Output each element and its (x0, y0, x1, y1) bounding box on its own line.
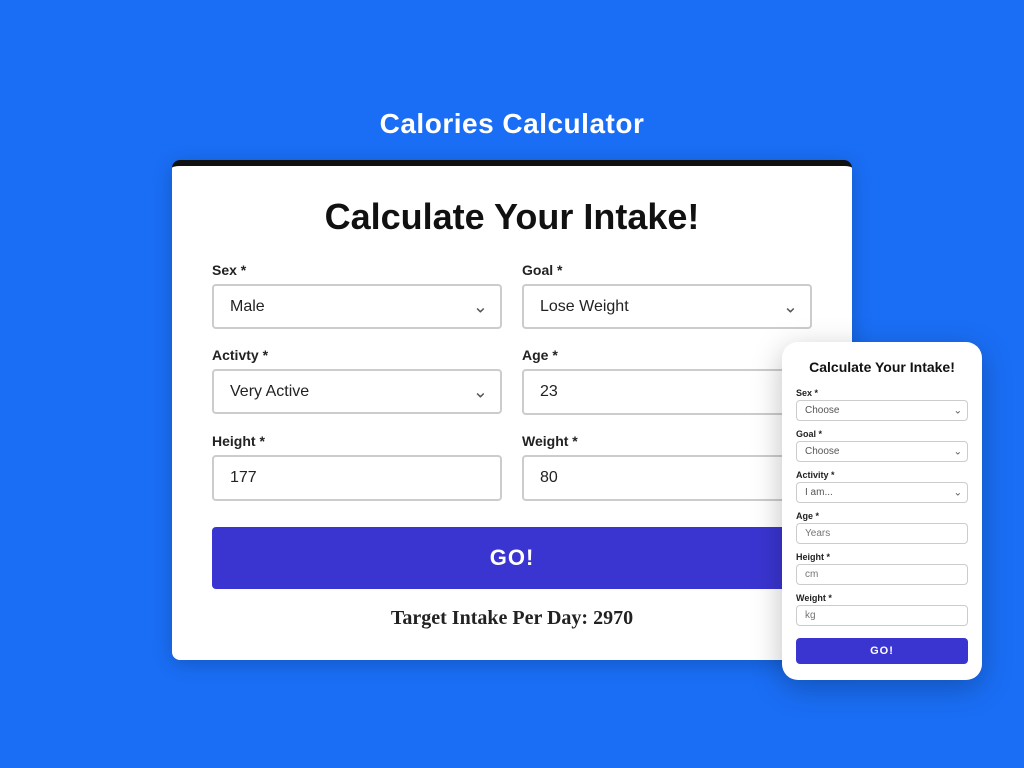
card-title: Calculate Your Intake! (212, 196, 812, 238)
mobile-weight-label: Weight * (796, 593, 968, 603)
mobile-age-label: Age * (796, 511, 968, 521)
main-card: Calculate Your Intake! Sex * Male Female… (172, 160, 852, 660)
mobile-sex-select[interactable]: Choose Male Female (796, 400, 968, 421)
goal-select[interactable]: Lose Weight Maintain Weight Gain Weight (522, 284, 812, 329)
mobile-weight-group: Weight * (796, 593, 968, 626)
mobile-activity-label: Activity * (796, 470, 968, 480)
mobile-go-button[interactable]: GO! (796, 638, 968, 664)
age-group: Age * (522, 347, 812, 415)
goal-select-wrapper: Lose Weight Maintain Weight Gain Weight … (522, 284, 812, 329)
mobile-card: Calculate Your Intake! Sex * Choose Male… (782, 342, 982, 680)
sex-group: Sex * Male Female ⌄ (212, 262, 502, 329)
mobile-height-input[interactable] (796, 564, 968, 585)
sex-select[interactable]: Male Female (212, 284, 502, 329)
target-intake-text: Target Intake Per Day: 2970 (212, 607, 812, 630)
mobile-height-group: Height * (796, 552, 968, 585)
mobile-goal-label: Goal * (796, 429, 968, 439)
go-button[interactable]: GO! (212, 527, 812, 589)
height-label: Height * (212, 433, 502, 449)
height-group: Height * (212, 433, 502, 501)
activity-select[interactable]: Sedentary Lightly Active Moderately Acti… (212, 369, 502, 414)
goal-label: Goal * (522, 262, 812, 278)
age-input[interactable] (522, 369, 812, 415)
mobile-sex-wrapper: Choose Male Female ⌄ (796, 400, 968, 421)
mobile-activity-group: Activity * I am... Sedentary Lightly Act… (796, 470, 968, 503)
mobile-activity-select[interactable]: I am... Sedentary Lightly Active Very Ac… (796, 482, 968, 503)
activity-label: Activty * (212, 347, 502, 363)
sex-goal-row: Sex * Male Female ⌄ Goal * Lose Weight M… (212, 262, 812, 329)
mobile-goal-select[interactable]: Choose Lose Weight Maintain Weight Gain … (796, 441, 968, 462)
page-title: Calories Calculator (380, 108, 645, 140)
height-input[interactable] (212, 455, 502, 501)
activity-age-row: Activty * Sedentary Lightly Active Moder… (212, 347, 812, 415)
weight-input[interactable] (522, 455, 812, 501)
mobile-weight-input[interactable] (796, 605, 968, 626)
mobile-sex-group: Sex * Choose Male Female ⌄ (796, 388, 968, 421)
sex-select-wrapper: Male Female ⌄ (212, 284, 502, 329)
activity-select-wrapper: Sedentary Lightly Active Moderately Acti… (212, 369, 502, 414)
weight-label: Weight * (522, 433, 812, 449)
mobile-sex-label: Sex * (796, 388, 968, 398)
activity-group: Activty * Sedentary Lightly Active Moder… (212, 347, 502, 415)
mobile-age-input[interactable] (796, 523, 968, 544)
mobile-goal-wrapper: Choose Lose Weight Maintain Weight Gain … (796, 441, 968, 462)
sex-label: Sex * (212, 262, 502, 278)
age-label: Age * (522, 347, 812, 363)
weight-group: Weight * (522, 433, 812, 501)
mobile-height-label: Height * (796, 552, 968, 562)
mobile-age-group: Age * (796, 511, 968, 544)
mobile-activity-wrapper: I am... Sedentary Lightly Active Very Ac… (796, 482, 968, 503)
height-weight-row: Height * Weight * (212, 433, 812, 501)
mobile-goal-group: Goal * Choose Lose Weight Maintain Weigh… (796, 429, 968, 462)
goal-group: Goal * Lose Weight Maintain Weight Gain … (522, 262, 812, 329)
mobile-card-title: Calculate Your Intake! (796, 358, 968, 376)
